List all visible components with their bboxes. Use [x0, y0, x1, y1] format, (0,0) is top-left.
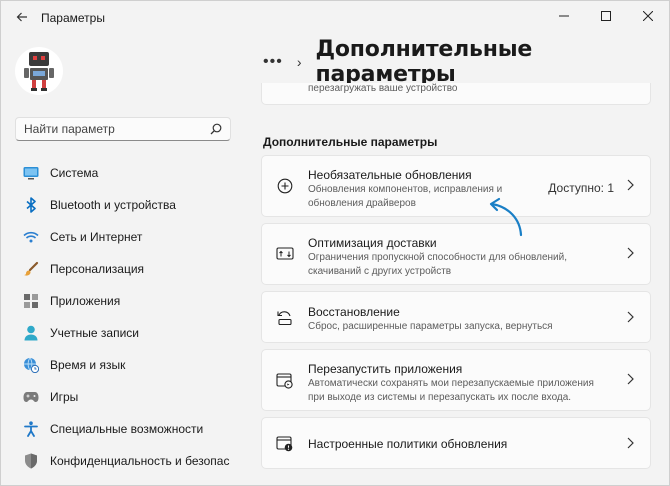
policy-icon — [276, 435, 294, 453]
back-arrow-icon — [16, 12, 27, 22]
setting-recovery[interactable]: Восстановление Сброс, расширенные параме… — [261, 291, 651, 343]
robot-avatar-icon — [24, 52, 54, 91]
maximize-icon — [601, 11, 611, 21]
sidebar-item-label: Система — [50, 166, 99, 180]
delivery-icon — [276, 245, 294, 263]
sidebar-nav: Система Bluetooth и устройства Сеть и Ин… — [15, 157, 235, 477]
setting-title: Восстановление — [308, 305, 400, 319]
sidebar-item-label: Время и язык — [50, 358, 126, 372]
setting-update-policies[interactable]: Настроенные политики обновления — [261, 417, 651, 469]
minimize-icon — [559, 15, 569, 17]
back-button[interactable] — [11, 7, 33, 27]
sidebar-item-label: Bluetooth и устройства — [50, 198, 176, 212]
maximize-button[interactable] — [585, 1, 627, 31]
minimize-button[interactable] — [543, 1, 585, 31]
plus-circle-icon — [276, 177, 294, 195]
breadcrumb-more-button[interactable]: ••• — [263, 54, 283, 70]
chevron-right-icon — [626, 373, 634, 388]
sidebar-item-label: Приложения — [50, 294, 121, 308]
setting-desc: Сброс, расширенные параметры запуска, ве… — [308, 321, 553, 332]
sidebar-item-label: Учетные записи — [50, 326, 139, 340]
sidebar-item-bluetooth[interactable]: Bluetooth и устройства — [15, 189, 235, 221]
globe-clock-icon — [23, 357, 39, 373]
sidebar-item-privacy[interactable]: Конфиденциальность и безопас — [15, 445, 235, 477]
partial-setting-card[interactable]: перезагружать ваше устройство — [261, 83, 651, 105]
setting-optional-updates[interactable]: Необязательные обновления Обновления ком… — [261, 155, 651, 217]
sidebar-item-gaming[interactable]: Игры — [15, 381, 235, 413]
setting-title: Настроенные политики обновления — [308, 437, 508, 451]
sidebar-item-system[interactable]: Система — [15, 157, 235, 189]
title-bar: Параметры — [1, 1, 669, 33]
app-title: Параметры — [41, 11, 105, 25]
settings-window: Параметры Найти параметр Система Bluetoo… — [0, 0, 670, 486]
recovery-icon — [276, 309, 294, 327]
search-box[interactable] — [15, 117, 231, 141]
chevron-right-icon — [626, 437, 634, 452]
sidebar-item-time-language[interactable]: Время и язык — [15, 349, 235, 381]
close-button[interactable] — [627, 1, 669, 31]
wifi-icon — [23, 229, 39, 245]
sidebar-item-label: Конфиденциальность и безопас — [50, 454, 230, 468]
sidebar-item-label: Специальные возможности — [50, 422, 204, 436]
person-icon — [23, 325, 39, 341]
breadcrumb-separator: › — [296, 54, 302, 70]
setting-desc: Автоматически сохранять мои перезапускае… — [308, 378, 594, 403]
close-icon — [643, 11, 653, 21]
sidebar-item-network[interactable]: Сеть и Интернет — [15, 221, 235, 253]
chevron-right-icon — [626, 179, 634, 194]
section-title: Дополнительные параметры — [263, 135, 438, 149]
sidebar-item-label: Персонализация — [50, 262, 145, 276]
setting-restart-apps[interactable]: Перезапустить приложения Автоматически с… — [261, 349, 651, 411]
apps-icon — [23, 293, 39, 309]
chevron-right-icon — [626, 311, 634, 326]
restart-apps-icon — [276, 372, 294, 390]
setting-title: Перезапустить приложения — [308, 362, 463, 376]
brush-icon — [23, 261, 39, 277]
sidebar-item-label: Игры — [50, 390, 79, 404]
display-icon — [23, 165, 39, 181]
setting-title: Оптимизация доставки — [308, 236, 437, 250]
setting-delivery-optimization[interactable]: Оптимизация доставки Ограничения пропуск… — [261, 223, 651, 285]
chevron-right-icon — [626, 247, 634, 262]
sidebar-item-personalization[interactable]: Персонализация — [15, 253, 235, 285]
avatar[interactable] — [15, 47, 63, 95]
shield-icon — [23, 453, 39, 469]
window-controls — [543, 1, 669, 31]
sidebar-item-label: Сеть и Интернет — [50, 230, 143, 244]
partial-card-desc: перезагружать ваше устройство — [308, 83, 458, 94]
gamepad-icon — [23, 389, 39, 405]
sidebar-item-accessibility[interactable]: Специальные возможности — [15, 413, 235, 445]
annotation-arrow-icon — [489, 197, 523, 237]
status-text: Доступно: 1 — [548, 181, 614, 195]
sidebar-item-accounts[interactable]: Учетные записи — [15, 317, 235, 349]
setting-title: Необязательные обновления — [308, 168, 472, 182]
sidebar-item-apps[interactable]: Приложения — [15, 285, 235, 317]
breadcrumb: ••• › Дополнительные параметры — [263, 37, 669, 87]
bluetooth-icon — [23, 197, 39, 213]
setting-desc: Ограничения пропускной способности для о… — [308, 252, 567, 277]
page-title: Дополнительные параметры — [315, 37, 533, 87]
search-icon[interactable] — [210, 123, 222, 135]
accessibility-icon — [23, 421, 39, 437]
search-input[interactable] — [24, 122, 210, 136]
